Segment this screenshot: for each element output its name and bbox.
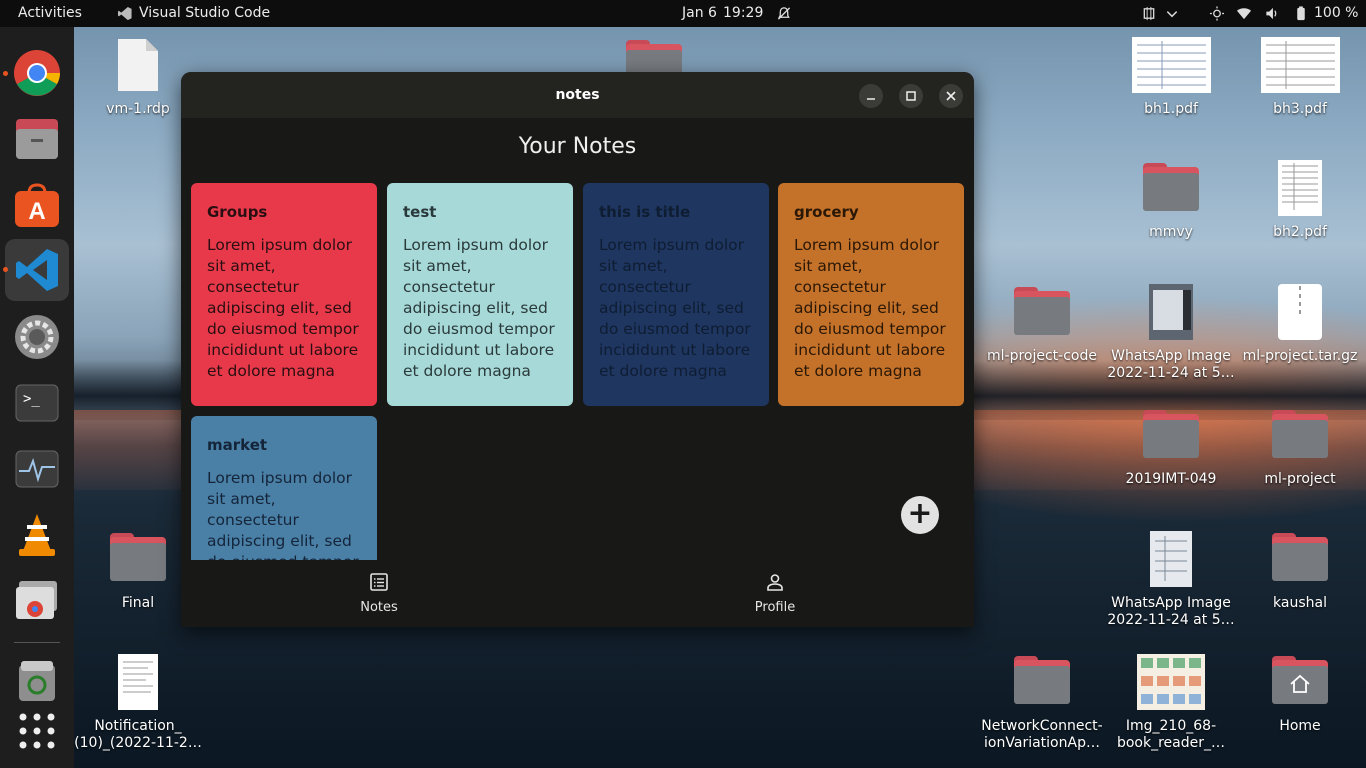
archive-icon[interactable] [1278,284,1322,340]
svg-text:A: A [28,198,45,225]
running-indicator [3,71,8,76]
folder-icon[interactable] [1014,656,1070,704]
desktop-label-bh1[interactable]: bh1.pdf [1101,101,1241,118]
note-title: test [403,203,437,221]
brightness-icon[interactable] [1209,6,1225,21]
vlc-icon[interactable] [13,511,61,559]
note-title: Groups [207,203,268,221]
maximize-button[interactable] [899,84,923,108]
top-bar: Activities Visual Studio Code Jan 6 19:2… [0,0,1366,27]
close-icon [946,91,956,101]
page-title: Your Notes [518,134,637,159]
nav-notes[interactable]: Notes [319,572,439,615]
folder-icon[interactable] [1272,410,1328,458]
note-body: Lorem ipsum dolor sit amet, consectetur … [403,236,555,380]
clock-date[interactable]: Jan 6 [682,5,717,22]
notes-window: notes Your Notes Groups Lorem ipsum dolo… [181,72,974,627]
note-body: Lorem ipsum dolor sit amet, consectetur … [207,236,359,380]
folder-icon[interactable] [1014,287,1070,335]
note-card[interactable]: market Lorem ipsum dolor sit amet, conse… [191,416,377,560]
desktop-label-whatsapp-2[interactable]: WhatsApp Image 2022-11-24 at 5… [1101,595,1241,629]
window-titlebar[interactable]: notes [181,72,974,118]
image-thumbnail-icon[interactable] [1137,654,1205,710]
image-thumbnail-icon[interactable] [1150,531,1192,587]
home-folder-icon[interactable] [1272,656,1328,704]
pdf-thumbnail-icon[interactable] [1132,37,1211,93]
add-note-button[interactable]: + [901,496,939,534]
folder-icon[interactable] [110,533,166,581]
note-title: market [207,436,268,454]
desktop-label-mmvy[interactable]: mmvy [1101,224,1241,241]
svg-text:>_: >_ [23,391,40,407]
desktop-label-bh3[interactable]: bh3.pdf [1230,101,1366,118]
desktop-label-ml-tar[interactable]: ml-project.tar.gz [1230,348,1366,365]
note-card[interactable]: test Lorem ipsum dolor sit amet, consect… [387,183,573,406]
note-title: grocery [794,203,859,221]
close-button[interactable] [939,84,963,108]
chevron-down-icon[interactable] [1164,6,1180,21]
running-indicator [3,267,8,272]
notes-list-icon [370,573,388,591]
note-card[interactable]: this is title Lorem ipsum dolor sit amet… [583,183,769,406]
notifications-off-icon[interactable] [776,6,792,21]
trash-icon[interactable] [13,657,61,705]
person-icon [767,574,783,591]
settings-icon[interactable] [13,313,61,361]
note-body: Lorem ipsum dolor sit amet, consectetur … [794,236,946,380]
chrome-icon[interactable] [13,49,61,97]
desktop-label-bh2[interactable]: bh2.pdf [1230,224,1366,241]
app-center-icon[interactable]: A [13,181,61,229]
desktop-label-ml-project[interactable]: ml-project [1230,471,1366,488]
notes-grid: Groups Lorem ipsum dolor sit amet, conse… [191,183,964,560]
dock: A >_ [0,27,74,768]
bottom-navigation: Notes Profile [181,560,974,627]
note-card[interactable]: Groups Lorem ipsum dolor sit amet, conse… [191,183,377,406]
pdf-thumbnail-icon[interactable] [1278,160,1322,216]
window-title: notes [555,87,600,103]
note-card[interactable]: grocery Lorem ipsum dolor sit amet, cons… [778,183,964,406]
note-body: Lorem ipsum dolor sit amet, consectetur … [207,469,359,560]
desktop-label-2019imt[interactable]: 2019IMT-049 [1101,471,1241,488]
document-thumbnail-icon[interactable] [118,654,158,710]
focused-app-name[interactable]: Visual Studio Code [139,5,270,22]
desktop-label-home[interactable]: Home [1230,718,1366,735]
desktop-label-ml-project-code[interactable]: ml-project-code [972,348,1112,365]
battery-icon[interactable] [1293,6,1309,21]
note-title: this is title [599,203,691,221]
wifi-icon[interactable] [1236,6,1252,21]
nav-notes-label: Notes [360,600,398,615]
nav-profile[interactable]: Profile [715,572,835,615]
minimize-button[interactable] [859,84,883,108]
nav-profile-label: Profile [754,600,796,615]
dock-separator [14,642,60,643]
battery-percent[interactable]: 100 % [1314,5,1358,22]
maximize-icon [906,91,916,101]
desktop-label-notification[interactable]: Notification_ (10)_(2022-11-2… [68,718,208,752]
desktop-label-img210[interactable]: Img_210_68- book_reader_… [1101,718,1241,752]
input-method-icon[interactable] [1141,6,1157,21]
vscode-icon[interactable] [13,246,61,294]
files-icon[interactable] [13,115,61,163]
desktop-label-kaushal[interactable]: kaushal [1230,595,1366,612]
system-monitor-icon[interactable] [13,445,61,493]
image-thumbnail-icon[interactable] [1149,284,1193,340]
clock-time[interactable]: 19:29 [723,5,763,22]
volume-icon[interactable] [1264,6,1280,21]
desktop-label-whatsapp-1[interactable]: WhatsApp Image 2022-11-24 at 5… [1101,348,1241,382]
folder-icon[interactable] [1272,533,1328,581]
remote-desktop-icon[interactable] [13,577,61,625]
folder-icon[interactable] [1143,163,1199,211]
desktop-label-network[interactable]: NetworkConnect- ionVariationAp… [972,718,1112,752]
show-apps-icon[interactable] [13,705,61,753]
minimize-icon [867,98,875,100]
folder-icon[interactable] [1143,410,1199,458]
note-body: Lorem ipsum dolor sit amet, consectetur … [599,236,751,380]
terminal-icon[interactable]: >_ [13,379,61,427]
pdf-thumbnail-icon[interactable] [1261,37,1340,93]
file-icon[interactable] [116,37,160,93]
vscode-small-icon [117,6,132,21]
activities-button[interactable]: Activities [18,5,82,22]
